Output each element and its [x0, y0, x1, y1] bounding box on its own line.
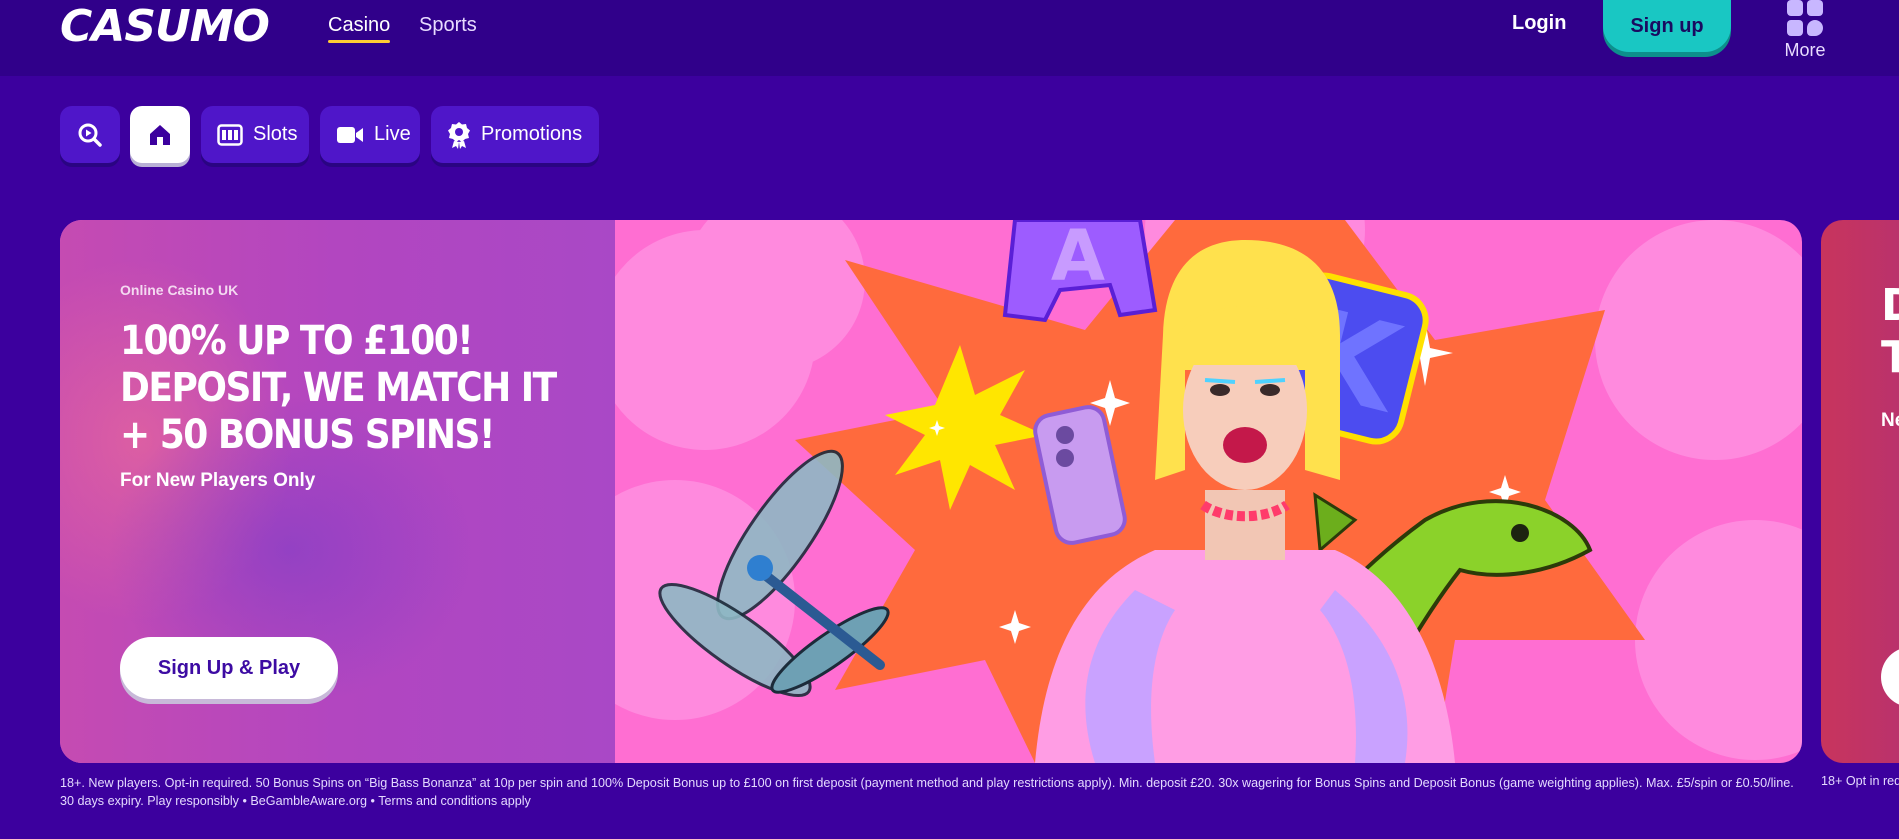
nav-casino-link[interactable]: Casino [328, 14, 391, 43]
next-slide-terms-text: 18+ Opt in req [1821, 774, 1899, 788]
slot-machine-icon [217, 123, 243, 146]
more-label: More [1784, 40, 1826, 60]
slots-label: Slots [253, 123, 298, 145]
nav-sports-link[interactable]: Sports [419, 14, 477, 37]
apps-grid-icon [1787, 0, 1823, 36]
live-label: Live [374, 123, 411, 145]
promotions-category-button[interactable]: Promotions [431, 106, 599, 163]
next-slide-subtitle: Ne [1881, 410, 1899, 431]
search-games-button[interactable] [60, 106, 120, 163]
promotions-label: Promotions [481, 123, 583, 145]
award-badge-icon [447, 121, 471, 149]
letter-a-block: A [1002, 220, 1158, 323]
casumo-logo[interactable]: CASUMO [60, 4, 270, 50]
svg-text:A: A [1051, 220, 1105, 297]
next-slide-title: D T [1881, 280, 1899, 383]
video-camera-icon [336, 125, 364, 145]
signup-button[interactable]: Sign up [1603, 0, 1731, 52]
hero-illustration: A K [615, 220, 1802, 763]
search-icon [77, 122, 103, 148]
home-button[interactable] [130, 106, 190, 163]
login-link[interactable]: Login [1512, 12, 1566, 35]
slots-category-button[interactable]: Slots [201, 106, 309, 163]
hero-kicker: Online Casino UK [120, 282, 239, 298]
top-navigation-bar: CASUMO Casino Sports Login Sign up More [0, 0, 1899, 76]
live-category-button[interactable]: Live [320, 106, 420, 163]
more-menu-button[interactable]: More [1780, 0, 1830, 70]
next-slide-cta-button[interactable] [1881, 647, 1899, 707]
next-promo-slide[interactable]: D T Ne [1821, 220, 1899, 763]
hero-text-panel: Online Casino UK 100% UP TO £100! DEPOSI… [60, 220, 615, 763]
hero-subtitle: For New Players Only [120, 470, 316, 491]
hero-title: 100% UP TO £100! DEPOSIT, WE MATCH IT + … [120, 318, 557, 458]
promo-hero-banner[interactable]: Online Casino UK 100% UP TO £100! DEPOSI… [60, 220, 1802, 763]
bonus-terms-text: 18+. New players. Opt-in required. 50 Bo… [60, 776, 1794, 808]
home-icon [147, 122, 173, 148]
signup-and-play-button[interactable]: Sign Up & Play [120, 637, 338, 699]
